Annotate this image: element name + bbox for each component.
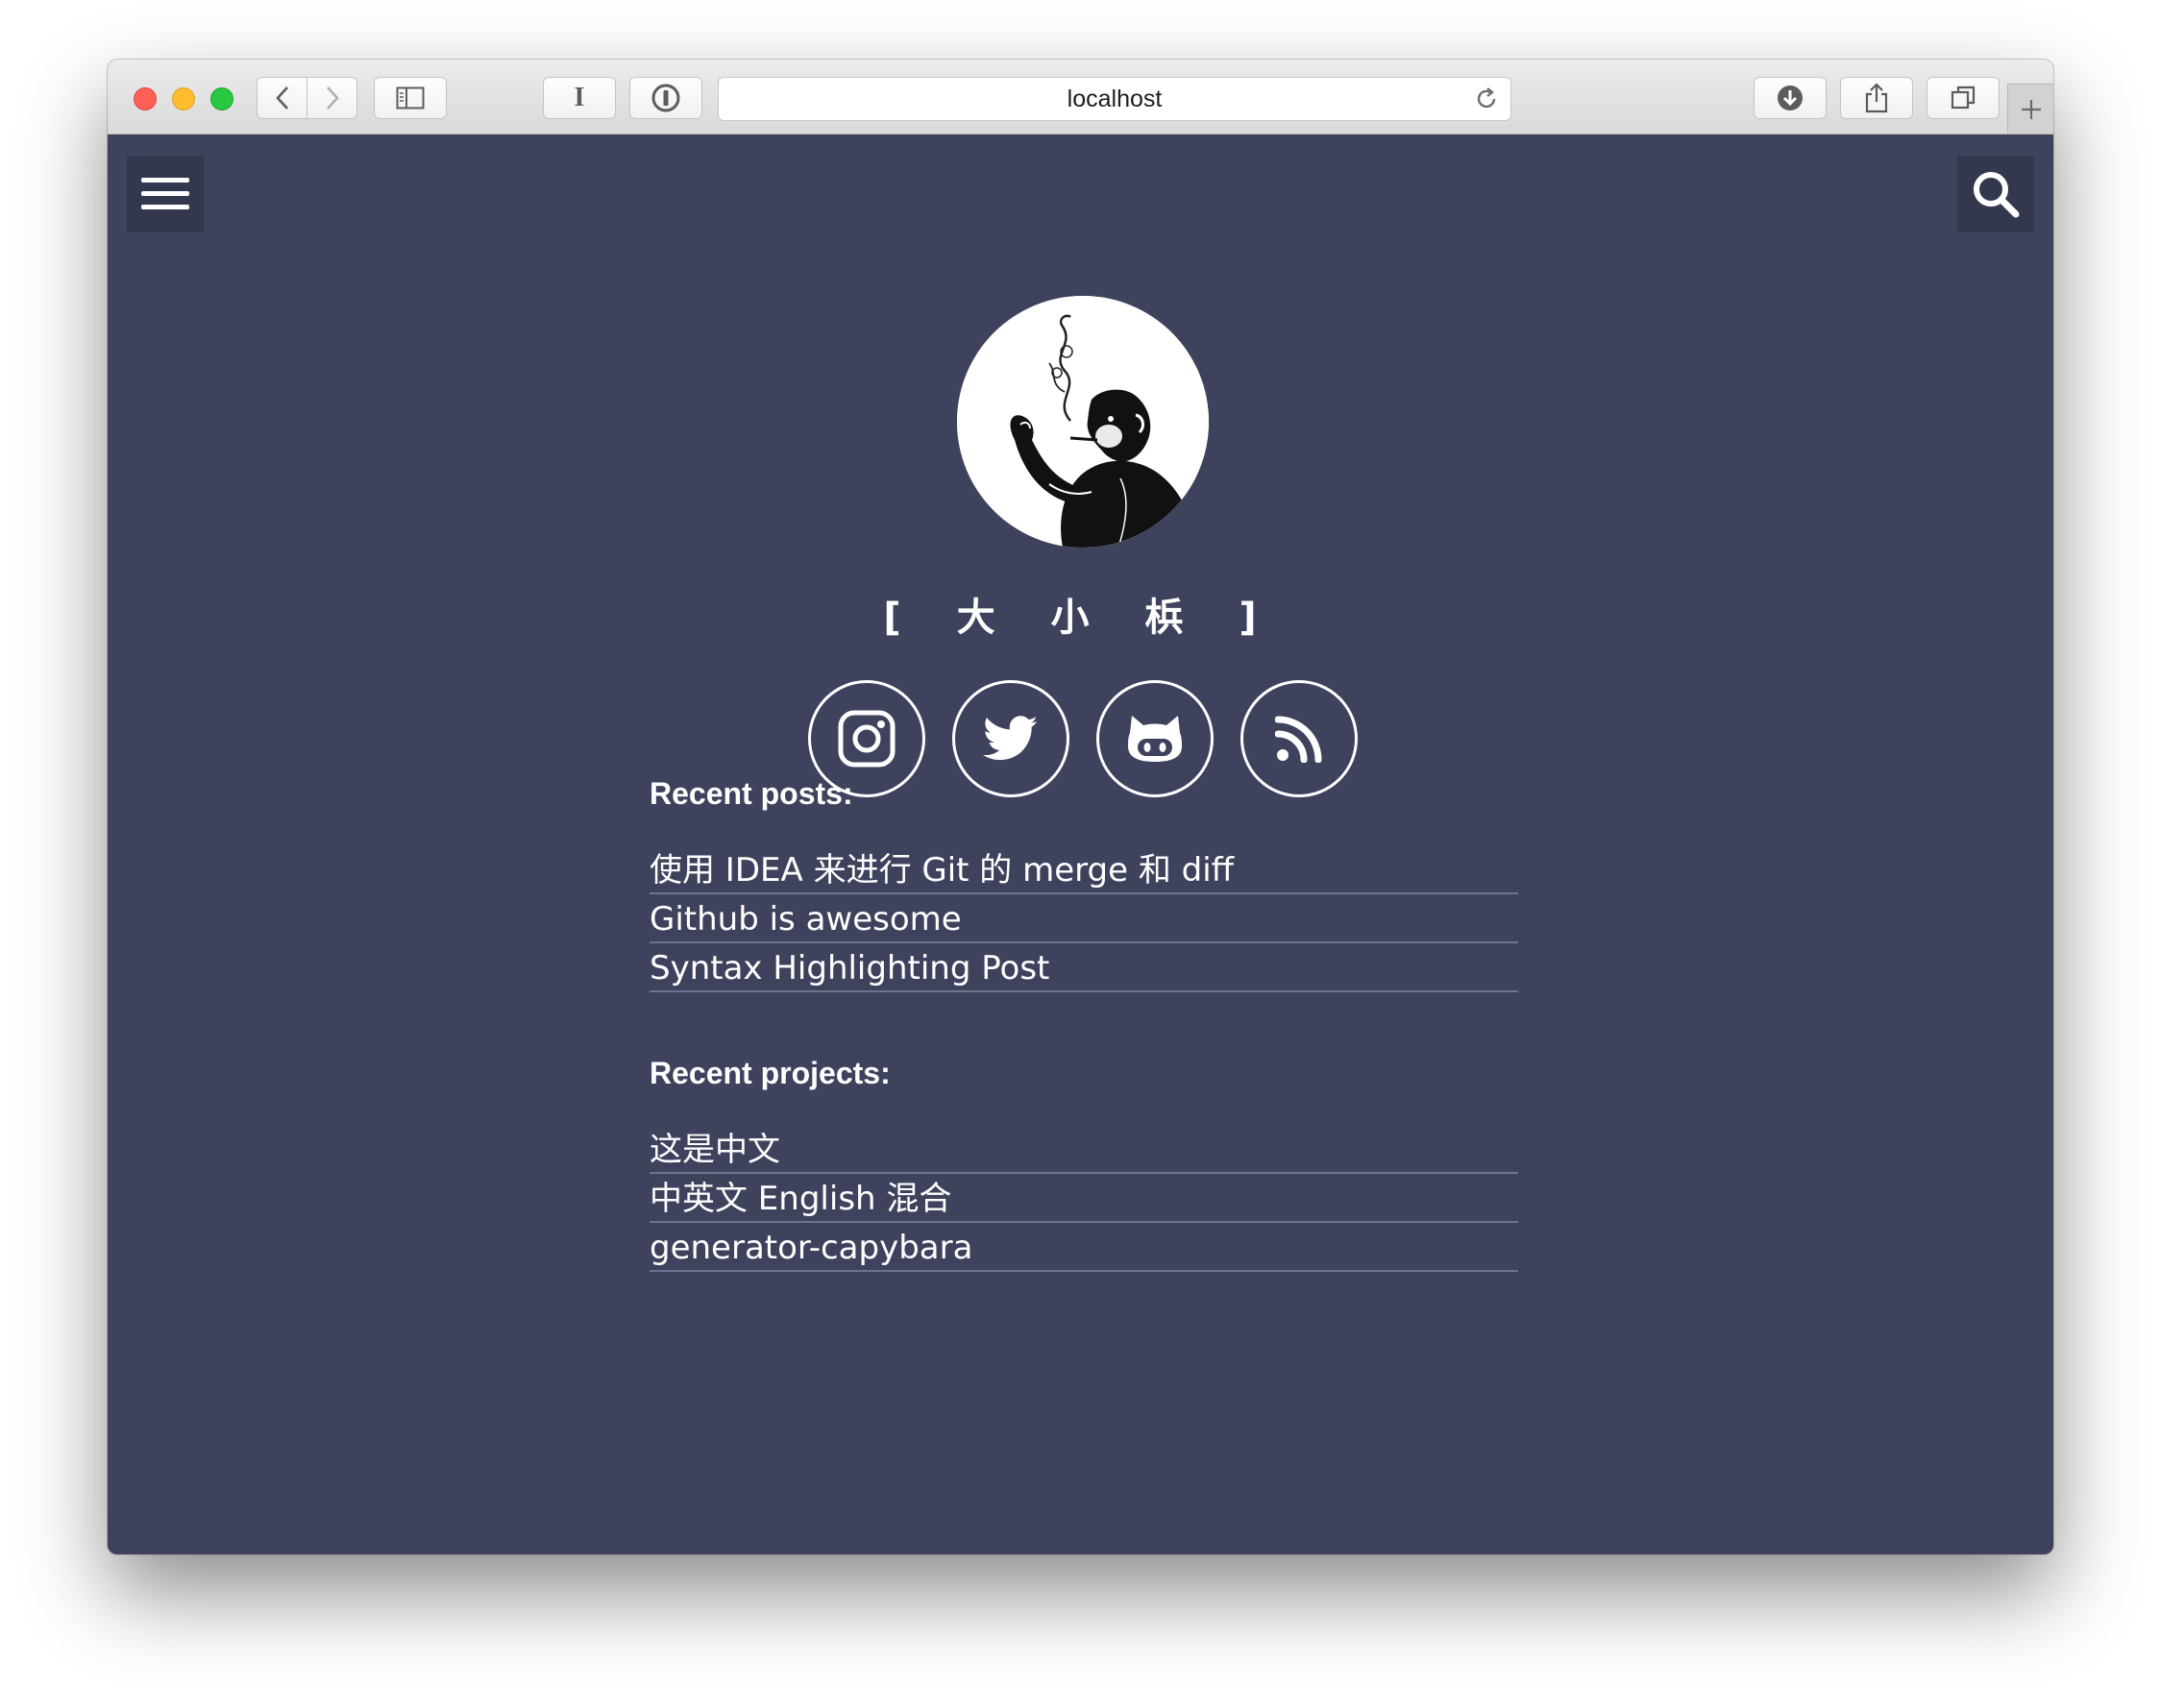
twitter-icon: [983, 716, 1038, 761]
plus-icon: [2021, 99, 2041, 119]
recent-projects-section: Recent projects: 这是中文 中英文 English 混合 gen…: [650, 1050, 1518, 1272]
post-link[interactable]: Syntax Highlighting Post: [650, 945, 1518, 992]
new-tab-button[interactable]: [2007, 84, 2053, 134]
browser-window: I localhost [大 小 梹] Recent posts: 使用 I…: [108, 60, 2053, 1554]
back-button[interactable]: [257, 77, 307, 119]
search-icon: [1974, 172, 2020, 218]
avatar[interactable]: [957, 296, 1209, 548]
post-link[interactable]: Github is awesome: [650, 896, 1518, 943]
recent-posts-heading: Recent posts:: [650, 776, 853, 811]
project-link[interactable]: 这是中文: [650, 1127, 1518, 1174]
monkey-avatar-icon: [957, 296, 1209, 548]
reader-button[interactable]: I: [543, 77, 616, 119]
recent-posts-list: 使用 IDEA 来进行 Git 的 merge 和 diff Github is…: [650, 847, 1518, 992]
tabs-overview-button[interactable]: [1927, 77, 2000, 119]
reader-icon: I: [574, 83, 585, 112]
keyhole-icon: [651, 84, 680, 112]
forward-button[interactable]: [307, 77, 357, 119]
sidebar-icon: [396, 86, 425, 110]
chevron-left-icon: [275, 86, 288, 110]
instagram-icon: [838, 710, 896, 768]
address-bar[interactable]: localhost: [718, 77, 1511, 121]
share-icon: [1865, 83, 1888, 113]
zoom-window-button[interactable]: [210, 87, 233, 110]
menu-button[interactable]: [127, 156, 204, 232]
browser-toolbar: I localhost: [108, 60, 2053, 134]
github-icon: [1128, 716, 1182, 762]
downloads-button[interactable]: [1754, 77, 1827, 119]
minimize-window-button[interactable]: [172, 87, 195, 110]
site-title[interactable]: [ 大 小 梹 ]: [108, 586, 2053, 642]
share-button[interactable]: [1840, 77, 1913, 119]
recent-posts-section: Recent posts: 使用 IDEA 来进行 Git 的 merge 和 …: [650, 770, 1518, 992]
post-link[interactable]: 使用 IDEA 来进行 Git 的 merge 和 diff: [650, 847, 1518, 894]
project-link[interactable]: generator-capybara: [650, 1225, 1518, 1272]
recent-projects-list: 这是中文 中英文 English 混合 generator-capybara: [650, 1127, 1518, 1272]
sidebar-toggle-button[interactable]: [374, 77, 447, 119]
url-text: localhost: [1067, 85, 1163, 112]
hamburger-menu-icon: [141, 178, 189, 209]
reload-icon[interactable]: [1474, 86, 1499, 111]
password-button[interactable]: [629, 77, 702, 119]
rss-icon: [1275, 716, 1322, 763]
tabs-icon: [1951, 85, 1976, 110]
chevron-right-icon: [326, 86, 339, 110]
project-link[interactable]: 中英文 English 混合: [650, 1176, 1518, 1223]
recent-projects-heading: Recent projects:: [650, 1056, 891, 1090]
page-content: [ 大 小 梹 ] Recent posts: 使用 IDEA 来进行 Git …: [108, 134, 2053, 1554]
download-icon: [1778, 85, 1803, 110]
close-window-button[interactable]: [134, 87, 157, 110]
search-button[interactable]: [1957, 156, 2034, 232]
